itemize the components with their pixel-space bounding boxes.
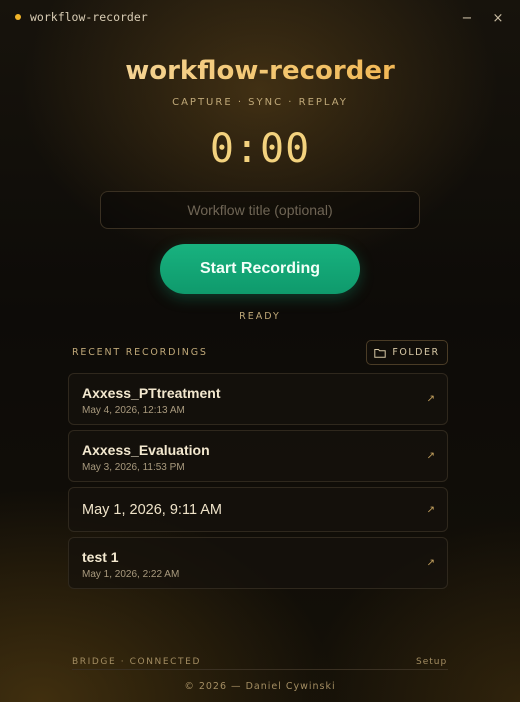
recording-item[interactable]: Axxess_Evaluation May 3, 2026, 11:53 PM … <box>68 430 448 482</box>
recording-date: May 4, 2026, 12:13 AM <box>82 405 185 416</box>
recording-item[interactable]: test 1 May 1, 2026, 2:22 AM ↗ <box>68 537 448 589</box>
recording-name: Axxess_PTtreatment <box>82 385 221 401</box>
setup-link[interactable]: Setup <box>416 657 447 667</box>
start-recording-button[interactable]: Start Recording <box>160 244 360 294</box>
recording-name: Axxess_Evaluation <box>82 442 210 458</box>
recent-recordings-heading: RECENT RECORDINGS <box>72 347 208 358</box>
bridge-status: BRIDGE · CONNECTED <box>72 657 201 667</box>
footer-divider <box>72 669 448 670</box>
open-folder-button[interactable]: FOLDER <box>366 340 448 365</box>
recorder-status: READY <box>239 311 281 322</box>
open-external-icon[interactable]: ↗ <box>427 558 435 569</box>
recording-date: May 3, 2026, 11:53 PM <box>82 462 185 473</box>
window-title: workflow-recorder <box>30 10 148 24</box>
app-brand-title: workflow-recorder <box>0 56 520 86</box>
open-external-icon[interactable]: ↗ <box>427 451 435 462</box>
recording-item[interactable]: May 1, 2026, 9:11 AM ↗ <box>68 487 448 532</box>
workflow-title-input[interactable] <box>100 191 420 229</box>
folder-button-label: FOLDER <box>392 347 440 358</box>
status-dot-icon <box>15 14 21 20</box>
title-bar: workflow-recorder − × <box>0 0 520 34</box>
close-icon[interactable]: × <box>488 8 508 28</box>
recording-name: May 1, 2026, 9:11 AM <box>82 502 222 518</box>
app-tagline: CAPTURE · SYNC · REPLAY <box>172 97 348 108</box>
recording-timer: 0:00 <box>209 126 311 172</box>
recording-item[interactable]: Axxess_PTtreatment May 4, 2026, 12:13 AM… <box>68 373 448 425</box>
open-external-icon[interactable]: ↗ <box>427 504 435 515</box>
recording-date: May 1, 2026, 2:22 AM <box>82 569 180 580</box>
minimize-icon[interactable]: − <box>457 8 477 28</box>
recording-name: test 1 <box>82 549 119 565</box>
folder-icon <box>374 348 387 358</box>
open-external-icon[interactable]: ↗ <box>427 394 435 405</box>
recent-recordings-list: Axxess_PTtreatment May 4, 2026, 12:13 AM… <box>68 373 448 594</box>
copyright-text: © 2026 — Daniel Cywinski <box>184 681 336 692</box>
